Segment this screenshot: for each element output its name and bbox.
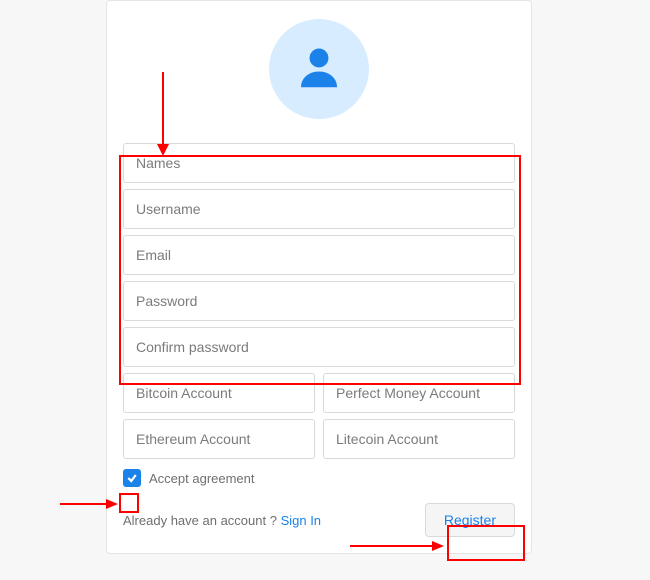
- avatar-circle: [269, 19, 369, 119]
- sign-in-link[interactable]: Sign In: [281, 513, 321, 528]
- register-card: Accept agreement Already have an account…: [106, 0, 532, 554]
- bitcoin-account-field[interactable]: [123, 373, 315, 413]
- ethereum-account-field[interactable]: [123, 419, 315, 459]
- accept-agreement-checkbox[interactable]: [123, 469, 141, 487]
- email-field[interactable]: [123, 235, 515, 275]
- wallet-row-2: [123, 419, 515, 459]
- have-account-prefix: Already have an account ?: [123, 513, 281, 528]
- agreement-label: Accept agreement: [149, 471, 255, 486]
- names-field[interactable]: [123, 143, 515, 183]
- register-button[interactable]: Register: [425, 503, 515, 537]
- footer-row: Already have an account ? Sign In Regist…: [123, 503, 515, 537]
- password-field[interactable]: [123, 281, 515, 321]
- username-field[interactable]: [123, 189, 515, 229]
- wallet-row-1: [123, 373, 515, 413]
- have-account-text: Already have an account ? Sign In: [123, 513, 321, 528]
- user-icon: [292, 40, 346, 99]
- perfect-money-account-field[interactable]: [323, 373, 515, 413]
- agreement-row: Accept agreement: [123, 469, 515, 487]
- litecoin-account-field[interactable]: [323, 419, 515, 459]
- check-icon: [126, 472, 138, 484]
- confirm-password-field[interactable]: [123, 327, 515, 367]
